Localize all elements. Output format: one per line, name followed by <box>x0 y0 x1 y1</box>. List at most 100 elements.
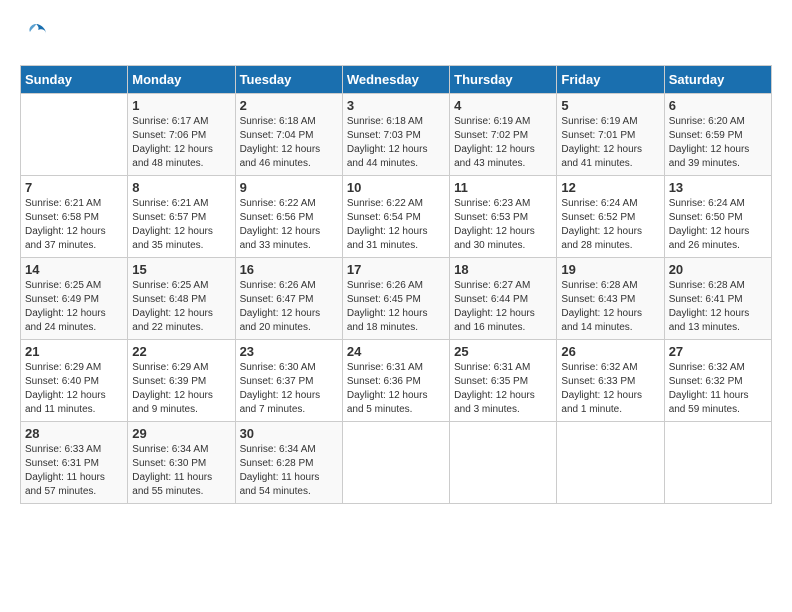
day-number: 14 <box>25 262 123 277</box>
day-number: 6 <box>669 98 767 113</box>
calendar-cell: 16 Sunrise: 6:26 AM Sunset: 6:47 PM Dayli… <box>235 258 342 340</box>
day-number: 1 <box>132 98 230 113</box>
day-number: 16 <box>240 262 338 277</box>
day-number: 7 <box>25 180 123 195</box>
calendar-cell: 18 Sunrise: 6:27 AM Sunset: 6:44 PM Dayli… <box>450 258 557 340</box>
day-number: 28 <box>25 426 123 441</box>
calendar-cell <box>21 94 128 176</box>
day-info: Sunrise: 6:23 AM Sunset: 6:53 PM Dayligh… <box>454 197 552 253</box>
day-info: Sunrise: 6:30 AM Sunset: 6:37 PM Dayligh… <box>240 361 338 417</box>
day-info: Sunrise: 6:24 AM Sunset: 6:52 PM Dayligh… <box>561 197 659 253</box>
day-number: 10 <box>347 180 445 195</box>
day-number: 21 <box>25 344 123 359</box>
day-number: 15 <box>132 262 230 277</box>
day-number: 17 <box>347 262 445 277</box>
day-number: 4 <box>454 98 552 113</box>
weekday-header-friday: Friday <box>557 66 664 94</box>
calendar-cell: 8 Sunrise: 6:21 AM Sunset: 6:57 PM Daylig… <box>128 176 235 258</box>
calendar-cell: 25 Sunrise: 6:31 AM Sunset: 6:35 PM Dayli… <box>450 340 557 422</box>
day-number: 13 <box>669 180 767 195</box>
calendar-cell: 15 Sunrise: 6:25 AM Sunset: 6:48 PM Dayli… <box>128 258 235 340</box>
calendar-cell: 11 Sunrise: 6:23 AM Sunset: 6:53 PM Dayli… <box>450 176 557 258</box>
calendar-cell: 19 Sunrise: 6:28 AM Sunset: 6:43 PM Dayli… <box>557 258 664 340</box>
calendar-cell: 6 Sunrise: 6:20 AM Sunset: 6:59 PM Daylig… <box>664 94 771 176</box>
day-number: 24 <box>347 344 445 359</box>
day-number: 23 <box>240 344 338 359</box>
calendar-cell: 3 Sunrise: 6:18 AM Sunset: 7:03 PM Daylig… <box>342 94 449 176</box>
day-info: Sunrise: 6:18 AM Sunset: 7:04 PM Dayligh… <box>240 115 338 171</box>
calendar-cell: 2 Sunrise: 6:18 AM Sunset: 7:04 PM Daylig… <box>235 94 342 176</box>
calendar-cell: 9 Sunrise: 6:22 AM Sunset: 6:56 PM Daylig… <box>235 176 342 258</box>
day-info: Sunrise: 6:19 AM Sunset: 7:02 PM Dayligh… <box>454 115 552 171</box>
calendar-cell: 4 Sunrise: 6:19 AM Sunset: 7:02 PM Daylig… <box>450 94 557 176</box>
day-info: Sunrise: 6:29 AM Sunset: 6:40 PM Dayligh… <box>25 361 123 417</box>
day-info: Sunrise: 6:34 AM Sunset: 6:28 PM Dayligh… <box>240 443 338 499</box>
header <box>20 20 772 55</box>
calendar-cell: 5 Sunrise: 6:19 AM Sunset: 7:01 PM Daylig… <box>557 94 664 176</box>
calendar-cell: 1 Sunrise: 6:17 AM Sunset: 7:06 PM Daylig… <box>128 94 235 176</box>
calendar-table: SundayMondayTuesdayWednesdayThursdayFrid… <box>20 65 772 504</box>
day-number: 2 <box>240 98 338 113</box>
day-info: Sunrise: 6:27 AM Sunset: 6:44 PM Dayligh… <box>454 279 552 335</box>
day-info: Sunrise: 6:22 AM Sunset: 6:56 PM Dayligh… <box>240 197 338 253</box>
weekday-header-saturday: Saturday <box>664 66 771 94</box>
calendar-cell: 7 Sunrise: 6:21 AM Sunset: 6:58 PM Daylig… <box>21 176 128 258</box>
day-info: Sunrise: 6:31 AM Sunset: 6:35 PM Dayligh… <box>454 361 552 417</box>
day-info: Sunrise: 6:33 AM Sunset: 6:31 PM Dayligh… <box>25 443 123 499</box>
day-info: Sunrise: 6:22 AM Sunset: 6:54 PM Dayligh… <box>347 197 445 253</box>
weekday-header-thursday: Thursday <box>450 66 557 94</box>
day-number: 27 <box>669 344 767 359</box>
day-info: Sunrise: 6:29 AM Sunset: 6:39 PM Dayligh… <box>132 361 230 417</box>
calendar-cell: 14 Sunrise: 6:25 AM Sunset: 6:49 PM Dayli… <box>21 258 128 340</box>
calendar-cell: 30 Sunrise: 6:34 AM Sunset: 6:28 PM Dayli… <box>235 422 342 504</box>
calendar-cell <box>342 422 449 504</box>
day-number: 25 <box>454 344 552 359</box>
day-info: Sunrise: 6:25 AM Sunset: 6:48 PM Dayligh… <box>132 279 230 335</box>
calendar-cell: 13 Sunrise: 6:24 AM Sunset: 6:50 PM Dayli… <box>664 176 771 258</box>
day-number: 3 <box>347 98 445 113</box>
day-number: 5 <box>561 98 659 113</box>
calendar-cell: 24 Sunrise: 6:31 AM Sunset: 6:36 PM Dayli… <box>342 340 449 422</box>
calendar-cell <box>664 422 771 504</box>
day-number: 19 <box>561 262 659 277</box>
day-number: 12 <box>561 180 659 195</box>
day-info: Sunrise: 6:17 AM Sunset: 7:06 PM Dayligh… <box>132 115 230 171</box>
calendar-cell: 22 Sunrise: 6:29 AM Sunset: 6:39 PM Dayli… <box>128 340 235 422</box>
day-info: Sunrise: 6:32 AM Sunset: 6:33 PM Dayligh… <box>561 361 659 417</box>
calendar-cell: 28 Sunrise: 6:33 AM Sunset: 6:31 PM Dayli… <box>21 422 128 504</box>
day-info: Sunrise: 6:20 AM Sunset: 6:59 PM Dayligh… <box>669 115 767 171</box>
day-info: Sunrise: 6:21 AM Sunset: 6:57 PM Dayligh… <box>132 197 230 253</box>
calendar-cell: 21 Sunrise: 6:29 AM Sunset: 6:40 PM Dayli… <box>21 340 128 422</box>
day-info: Sunrise: 6:21 AM Sunset: 6:58 PM Dayligh… <box>25 197 123 253</box>
day-info: Sunrise: 6:24 AM Sunset: 6:50 PM Dayligh… <box>669 197 767 253</box>
day-info: Sunrise: 6:31 AM Sunset: 6:36 PM Dayligh… <box>347 361 445 417</box>
day-info: Sunrise: 6:25 AM Sunset: 6:49 PM Dayligh… <box>25 279 123 335</box>
day-number: 30 <box>240 426 338 441</box>
calendar-cell: 23 Sunrise: 6:30 AM Sunset: 6:37 PM Dayli… <box>235 340 342 422</box>
logo-bird-icon <box>22 20 50 55</box>
day-number: 22 <box>132 344 230 359</box>
calendar-cell <box>450 422 557 504</box>
day-info: Sunrise: 6:26 AM Sunset: 6:45 PM Dayligh… <box>347 279 445 335</box>
day-number: 11 <box>454 180 552 195</box>
logo <box>20 20 50 55</box>
weekday-header-monday: Monday <box>128 66 235 94</box>
day-info: Sunrise: 6:26 AM Sunset: 6:47 PM Dayligh… <box>240 279 338 335</box>
day-info: Sunrise: 6:19 AM Sunset: 7:01 PM Dayligh… <box>561 115 659 171</box>
calendar-cell: 29Sunrise: 6:34 AM Sunset: 6:30 PM Dayli… <box>128 422 235 504</box>
weekday-header-wednesday: Wednesday <box>342 66 449 94</box>
day-info: Sunrise: 6:32 AM Sunset: 6:32 PM Dayligh… <box>669 361 767 417</box>
day-number: 8 <box>132 180 230 195</box>
day-number: 9 <box>240 180 338 195</box>
day-number: 18 <box>454 262 552 277</box>
day-number: 26 <box>561 344 659 359</box>
calendar-cell: 20 Sunrise: 6:28 AM Sunset: 6:41 PM Dayli… <box>664 258 771 340</box>
calendar-cell: 26 Sunrise: 6:32 AM Sunset: 6:33 PM Dayli… <box>557 340 664 422</box>
day-number: 29 <box>132 426 230 441</box>
calendar-cell: 10 Sunrise: 6:22 AM Sunset: 6:54 PM Dayli… <box>342 176 449 258</box>
calendar-cell: 17 Sunrise: 6:26 AM Sunset: 6:45 PM Dayli… <box>342 258 449 340</box>
day-info: Sunrise: 6:28 AM Sunset: 6:43 PM Dayligh… <box>561 279 659 335</box>
day-info: Sunrise: 6:28 AM Sunset: 6:41 PM Dayligh… <box>669 279 767 335</box>
day-number: 20 <box>669 262 767 277</box>
day-info: Sunrise: 6:18 AM Sunset: 7:03 PM Dayligh… <box>347 115 445 171</box>
